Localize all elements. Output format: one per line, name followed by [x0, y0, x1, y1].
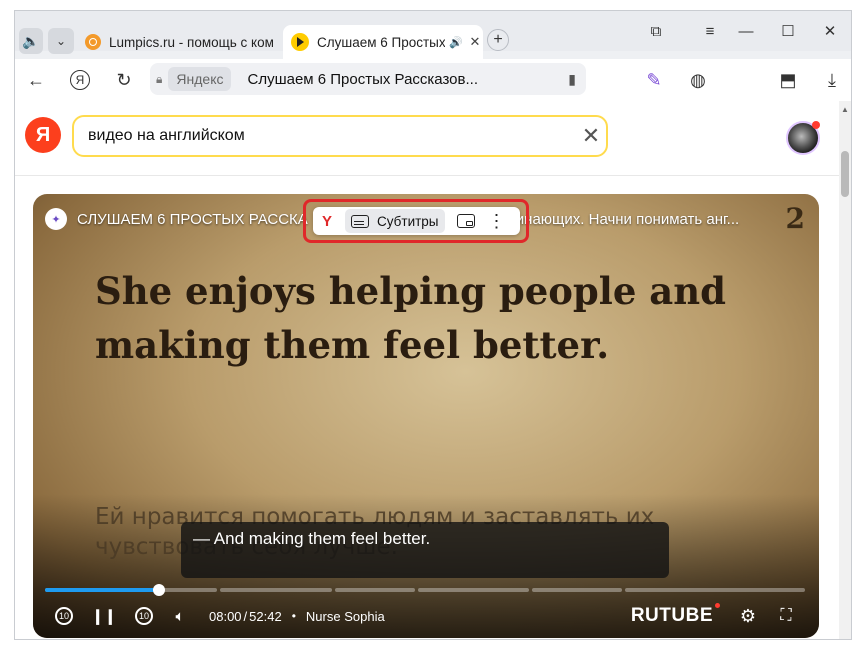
back-arrow-icon[interactable]: ← — [23, 67, 49, 93]
video-toolbar-highlight: Y Субтитры ⋮ — [303, 199, 529, 243]
domain-chip[interactable]: Яндекс — [168, 67, 232, 91]
volume-button[interactable]: 🔈︎ — [167, 603, 193, 629]
yandex-button-icon[interactable]: Я — [67, 67, 93, 93]
search-query: видео на английском — [88, 127, 245, 144]
yandex-logo[interactable]: Я — [25, 117, 61, 153]
browser-window: 🔈 ⌄ Lumpics.ru - помощь с ком Слушаем 6 … — [14, 10, 852, 640]
progress-segment — [532, 588, 622, 592]
pause-button[interactable]: ❙❙ — [91, 603, 117, 629]
yandex-browser-icon[interactable]: Y — [313, 213, 341, 230]
translate-globe-icon[interactable]: ◍ — [685, 67, 711, 93]
download-icon[interactable]: ⤓ — [819, 67, 845, 93]
extensions-icon[interactable]: ⬒ — [775, 67, 801, 93]
address-toolbar: ← Я ↻ 🔒︎ Яндекс Слушаем 6 Простых Расска… — [15, 59, 851, 101]
tab-strip: 🔈 ⌄ Lumpics.ru - помощь с ком Слушаем 6 … — [15, 11, 851, 59]
page-scrollbar[interactable]: ▲ — [839, 101, 851, 639]
new-tab-button[interactable]: + — [487, 29, 509, 51]
page-content: Я видео на английском ✕ ✦ СЛУШАЕМ 6 ПРОС… — [15, 101, 839, 639]
forward-icon: 10 — [135, 607, 153, 625]
current-time: 08:00 — [209, 608, 242, 624]
chevron-down-icon: ⌄ — [55, 34, 67, 48]
subtitle-caption: — And making them feel better. — [181, 522, 669, 578]
subtitle-text: — And making them feel better. — [193, 529, 431, 548]
progress-segment — [417, 588, 530, 592]
video-title-end: инающих. Начни понимать анг... — [515, 210, 740, 228]
subtitles-label: Субтитры — [377, 213, 439, 229]
progress-segment — [334, 588, 415, 592]
tab-audio-button[interactable]: 🔈 — [19, 28, 43, 54]
rewind-icon: 10 — [55, 607, 73, 625]
progress-segment — [45, 588, 218, 592]
channel-logo-icon[interactable]: ✦ — [45, 208, 67, 230]
avatar[interactable] — [786, 121, 820, 155]
more-options-icon[interactable]: ⋮ — [487, 212, 507, 230]
scroll-up-icon[interactable]: ▲ — [841, 105, 849, 114]
slide-number: 2 — [785, 202, 805, 235]
reload-icon[interactable]: ↻ — [111, 67, 137, 93]
tab-active-video[interactable]: Слушаем 6 Простых 🔊 ✕ — [283, 25, 483, 59]
tabs-menu-button[interactable]: ⌄ — [48, 28, 74, 54]
video-title-start: СЛУШАЕМ 6 ПРОСТЫХ РАССКА — [77, 210, 308, 228]
progress-bar[interactable] — [45, 584, 805, 596]
volume-icon: 🔈︎ — [175, 607, 185, 625]
fullscreen-icon: ⛶ — [780, 607, 792, 624]
settings-button[interactable]: ⚙ — [735, 603, 761, 629]
subtitles-button[interactable]: Субтитры — [345, 209, 445, 233]
fullscreen-button[interactable]: ⛶ — [773, 603, 799, 629]
english-verse: She enjoys helping people and making the… — [95, 269, 727, 367]
video-floating-toolbar: Y Субтитры ⋮ — [313, 207, 520, 235]
speaker-icon: 🔈 — [22, 32, 40, 49]
video-player[interactable]: ✦ СЛУШАЕМ 6 ПРОСТЫХ РАССКА инающих. Начни… — [33, 194, 819, 638]
tab-title: Слушаем 6 Простых — [317, 34, 446, 50]
total-time: 52:42 — [249, 608, 282, 624]
forward-10-button[interactable]: 10 — [131, 603, 157, 629]
tab-lumpics[interactable]: Lumpics.ru - помощь с ком — [85, 27, 275, 57]
close-window-button[interactable]: ✕ — [815, 21, 845, 41]
bookmark-icon[interactable]: ▮ — [568, 71, 576, 88]
progress-fill — [45, 588, 159, 592]
rutube-logo[interactable]: RUTUBE — [630, 603, 720, 627]
menu-icon[interactable]: ≡ — [695, 21, 725, 41]
rutube-brand-text: RUTUBE — [630, 605, 713, 626]
search-input[interactable]: видео на английском ✕ — [72, 115, 608, 157]
bookmarks-panel-icon[interactable]: ⧉ — [641, 21, 671, 41]
pause-icon: ❙❙ — [91, 608, 117, 625]
tab-close-icon[interactable]: ✕ — [467, 34, 483, 50]
minimize-button[interactable]: — — [731, 21, 761, 41]
page-title: Слушаем 6 Простых Рассказов... — [247, 70, 478, 88]
clear-search-icon[interactable]: ✕ — [576, 123, 606, 149]
video-favicon-icon — [291, 33, 309, 51]
lumpics-favicon-icon — [85, 34, 101, 50]
maximize-button[interactable]: ☐ — [773, 21, 803, 41]
author-name[interactable]: Nurse Sophia — [306, 609, 385, 624]
lock-icon: 🔒︎ — [156, 71, 163, 86]
player-controls: 10 ❙❙ 10 🔈︎ 08:00 / 52:42 • Nurse Sophia… — [33, 598, 819, 634]
scrollbar-thumb[interactable] — [841, 151, 849, 197]
address-bar[interactable]: 🔒︎ Яндекс Слушаем 6 Простых Рассказов...… — [150, 63, 586, 95]
gear-icon: ⚙ — [739, 605, 757, 626]
pen-extension-icon[interactable]: ✎ — [641, 67, 667, 93]
time-separator: / — [243, 608, 248, 624]
progress-segment — [220, 588, 332, 592]
rutube-dot-icon — [715, 603, 720, 608]
rewind-10-button[interactable]: 10 — [51, 603, 77, 629]
progress-knob[interactable] — [153, 584, 165, 596]
picture-in-picture-icon[interactable] — [456, 214, 475, 228]
progress-segment — [624, 588, 805, 592]
divider — [15, 175, 839, 176]
tab-title: Lumpics.ru - помощь с ком — [109, 34, 274, 50]
tab-speaker-icon[interactable]: 🔊 — [449, 36, 463, 49]
subtitles-icon — [351, 214, 369, 228]
separator-dot: • — [291, 609, 296, 623]
